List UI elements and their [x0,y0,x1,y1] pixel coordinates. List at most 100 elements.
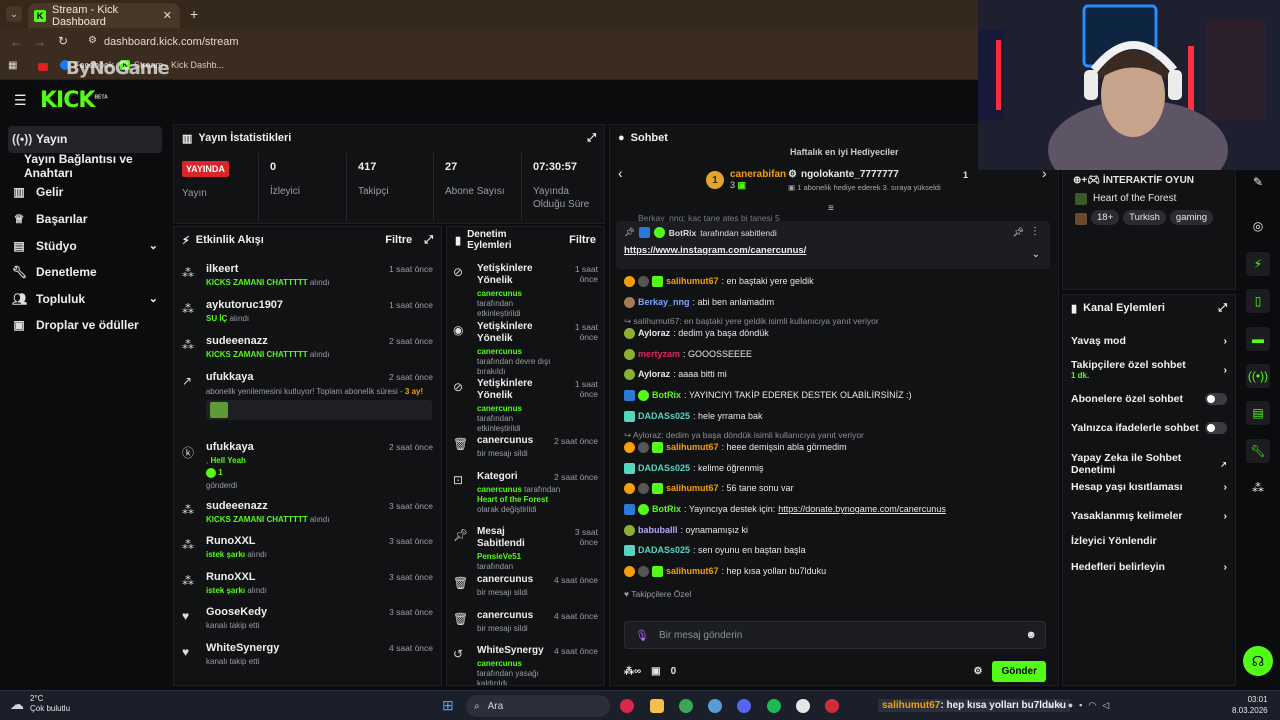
tray-icon[interactable]: ▪ [1079,700,1082,711]
url-field[interactable]: ⚙ dashboard.kick.com/stream [84,32,964,52]
action-subscribers-only[interactable]: Abonelere özel sohbet [1071,393,1227,405]
sidebar-item-yayin[interactable]: ((•)) Yayın [8,126,162,153]
microphone-icon[interactable]: 🎙︎ [635,629,649,642]
popout-icon[interactable]: ⤢ [424,234,433,247]
sidebar-item-topluluk[interactable]: 👥︎ Topluluk ⌄ [0,286,170,313]
gift-icon[interactable]: ▣ [651,666,660,677]
tab-close-icon[interactable]: ✕ [163,9,172,22]
chevron-down-icon[interactable]: ⌄ [1032,249,1040,260]
taskbar-search[interactable]: ⌕ Ara [466,695,610,717]
browser-tab[interactable]: K Stream - Kick Dashboard ✕ [28,3,180,28]
youtube-icon[interactable] [38,63,48,71]
chat-input[interactable]: 🎙︎ Bir mesaj gönderin ☻ [624,621,1046,649]
emotes-only-toggle[interactable] [1205,422,1227,434]
app-icon-red[interactable] [825,699,839,713]
broadcast-icon[interactable]: ((•)) [1246,364,1270,388]
activity-filter-button[interactable]: Filtre [385,234,412,246]
wrench-icon[interactable]: 🔧︎ [1246,439,1270,463]
sidebar-item-droplar[interactable]: ▣ Droplar ve ödüller [0,312,170,339]
donate-link[interactable]: https://donate.bynogame.com/canercunus [778,504,946,514]
action-banned-words[interactable]: Yasaklanmış kelimeler › [1071,510,1227,522]
stat-divider [258,153,259,221]
subscribers-only-toggle[interactable] [1205,393,1227,405]
action-emotes-only[interactable]: Yalnızca ifadelerle sohbet [1071,422,1227,434]
heart-icon: ♥ [182,645,190,659]
chat-message: salihumut67: en baştaki yere geldik [624,274,1050,288]
new-tab-button[interactable]: + [190,6,198,22]
start-button[interactable]: ⊞ [442,697,454,714]
action-slow-mode[interactable]: Yavaş mod › [1071,335,1227,347]
tray-icon[interactable]: ▪ [1059,700,1062,711]
action-ai-moderation[interactable]: Yapay Zeka ile Sohbet Denetimi ↗ [1071,452,1227,476]
drop-badge-icon [638,275,649,287]
tray-icon[interactable]: ● [1068,700,1073,711]
chrome-icon[interactable] [679,699,693,713]
chat-settings-icon[interactable]: ⚙ [973,666,982,677]
user-avatar-icon [624,327,635,339]
app-icon-network[interactable] [708,699,722,713]
channel-actions-header: ▮ Kanal Eylemleri ⤢ [1071,301,1227,315]
tag-chip[interactable]: Turkish [1123,210,1166,225]
pin-expand-icon[interactable]: ≡ [828,203,834,214]
popout-icon[interactable]: ⤢ [587,132,596,145]
gift-icon: ▣ [788,183,796,192]
unpin-icon[interactable]: 📌︎ [1013,227,1024,238]
clock[interactable]: 03:01 8.03.2026 [1232,694,1268,716]
pinned-more-icon[interactable]: ⋮ [1030,226,1040,237]
tag-chip[interactable]: gaming [1169,210,1214,225]
action-set-goals[interactable]: Hedefleri belirleyin › [1071,561,1227,573]
menu-icon[interactable]: ☰ [14,92,27,109]
layout-icon[interactable]: ▤ [1246,401,1270,425]
category-icon: ⊡ [453,473,464,487]
tag-chip[interactable]: 18+ [1091,210,1120,225]
edit-icon[interactable]: ✎ [1246,170,1270,194]
camera-icon[interactable]: ◎ [1246,214,1270,238]
botrix-avatar-icon [638,227,650,238]
moderation-header: ▮ Denetim Eylemleri Filtre [455,229,596,251]
pinned-link[interactable]: https://www.instagram.com/canercunus/ [624,245,806,256]
send-button[interactable]: Gönder [992,660,1046,682]
sidebar-item-gelir[interactable]: ▥ Gelir [0,179,170,206]
spotify-icon[interactable] [767,699,781,713]
popout-icon[interactable]: ⤢ [1218,302,1227,315]
forward-icon[interactable]: → [34,35,46,49]
stream-stats-panel: ▥ Yayın İstatistikleri ⤢ YAYINDA Yayın 0… [173,124,605,224]
tab-list-button[interactable]: ⌄ [6,6,22,22]
site-info-icon[interactable]: ⚙ [88,35,97,46]
sidebar-item-denetleme[interactable]: 🔧︎ Denetleme [0,259,170,286]
points-icon[interactable]: ⁂∞ [624,666,641,677]
action-followers-only[interactable]: Takipçilere özel sohbet 1 dk. › [1071,359,1227,380]
emoji-icon[interactable]: ☻ [1025,629,1037,641]
kick-logo[interactable]: KICKBETA [40,88,108,113]
apps-grid-icon[interactable]: ▦ [8,60,17,71]
wifi-icon[interactable]: ◠ [1088,700,1096,711]
sub-badge-icon [624,441,635,453]
support-headset-icon[interactable]: ☊ [1243,646,1273,676]
sub-badge-icon [624,482,635,494]
sidebar-item-basarilar[interactable]: ♕ Başarılar [0,206,170,233]
folder-icon[interactable] [650,699,664,713]
webcam-image [978,0,1280,170]
gifters-prev-icon[interactable]: ‹ [618,165,623,181]
app-icon-media[interactable] [620,699,634,713]
reload-icon[interactable]: ↻ [58,34,68,48]
tray-icon[interactable]: ▴ [1048,700,1053,711]
revenue-icon: ▥ [13,185,25,200]
activity-item: ↗ ufukkaya abonelik yenilemesini kutluyor!… [182,371,433,420]
top-gifter-2: ⚙ ngolokante_7777777 1 ▣ 1 abonelik hediye… [788,169,968,192]
sidebar-item-stream-key[interactable]: Yayın Bağlantısı ve Anahtarı [0,152,170,180]
discord-icon[interactable] [737,699,751,713]
action-account-age[interactable]: Hesap yaşı kısıtlaması › [1071,481,1227,493]
back-icon[interactable]: ← [10,35,22,49]
lightning-icon[interactable]: ⚡︎ [1246,252,1270,276]
sidebar-item-studyo[interactable]: ▤ Stüdyo ⌄ [0,232,170,259]
clipboard-icon[interactable]: ▯ [1246,289,1270,313]
weather-widget[interactable]: ☁ 2°C Çok bulutlu [10,694,70,714]
obs-icon[interactable] [796,699,810,713]
volume-icon[interactable]: ◁ [1102,700,1109,711]
action-raid[interactable]: İzleyici Yönlendir [1071,535,1227,547]
moderation-filter-button[interactable]: Filtre [569,234,596,246]
stat-live: YAYINDA Yayın [182,161,229,200]
chat-bubble-icon[interactable]: ▬ [1246,327,1270,351]
reward-icon[interactable]: ⁂ [1246,476,1270,500]
